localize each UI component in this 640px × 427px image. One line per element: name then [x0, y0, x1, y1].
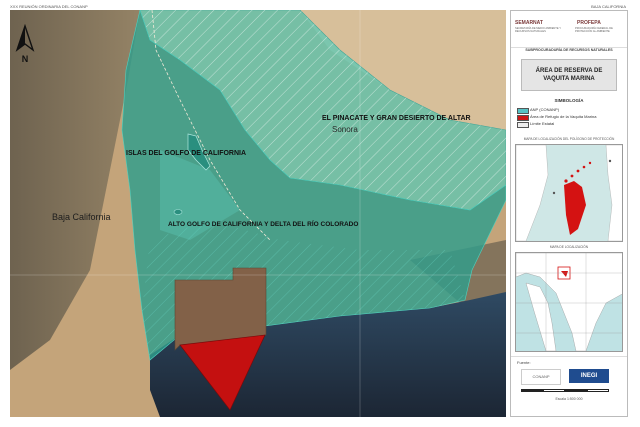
conanp-logo: CONANP [521, 369, 561, 385]
legend-heading: SIMBOLOGÍA [554, 98, 584, 103]
semarnat-logo: SEMARNAT [515, 20, 543, 26]
profepa-logo: PROFEPA [577, 20, 601, 26]
map-title-line1: ÁREA DE RESERVA DE [535, 68, 603, 74]
inset2-label: MAPA DE LOCALIZACIÓN [549, 245, 589, 249]
map-title-box: ÁREA DE RESERVA DE VAQUITA MARINA [521, 59, 617, 91]
semarnat-subtitle: SECRETARÍA DE MEDIO AMBIENTE Y RECURSOS … [515, 27, 561, 33]
agency-name: SUBPROCURADURÍA DE RECURSOS NATURALES [525, 48, 613, 52]
legend-label-anp: ANP (CONANP) [530, 107, 560, 112]
legend-footer: Fuente: CONANP INEGI Escala 1:500 000 [511, 356, 627, 416]
label-islas: ISLAS DEL GOLFO DE CALIFORNIA [126, 150, 247, 157]
inset1-label: MAPA DE LOCALIZACIÓN DEL POLÍGONO DE PRO… [523, 137, 615, 141]
label-alto-golfo: ALTO GOLFO DE CALIFORNIA Y DELTA DEL RÍO… [168, 221, 359, 228]
legend-label-refuge: Área de Refugio de la Vaquita Marina [530, 114, 597, 119]
profepa-subtitle: PROCURADURÍA FEDERAL DE PROTECCIÓN AL AM… [575, 27, 613, 33]
label-pinacate: EL PINACATE Y GRAN DESIERTO DE ALTAR [322, 115, 471, 122]
legend-swatch-refuge [517, 115, 529, 121]
inset-location-polygon[interactable] [515, 144, 623, 242]
map-title-line2: VAQUITA MARINA [543, 76, 595, 82]
label-sonora: Sonora [332, 125, 358, 134]
label-baja-california: Baja California [52, 212, 111, 222]
legend-swatch-anp [517, 108, 529, 114]
inset1-map [516, 145, 622, 241]
scale-label: Escala 1:500 000 [555, 397, 583, 401]
scale-bar [521, 389, 611, 392]
map-layout: XXX REUNIÓN ORDINARIA DEL CONANP BAJA CA… [0, 0, 640, 427]
legend-swatch-limit [517, 122, 529, 128]
island-small [173, 209, 183, 215]
inset2-map [516, 253, 622, 351]
logo-area: SEMARNAT SECRETARÍA DE MEDIO AMBIENTE Y … [511, 11, 627, 48]
header-right-text: BAJA CALIFORNIA [591, 4, 626, 9]
inegi-logo: INEGI [569, 369, 609, 383]
inset-regional[interactable] [515, 252, 623, 352]
north-label: N [22, 54, 29, 64]
header-left-text: XXX REUNIÓN ORDINARIA DEL CONANP [10, 4, 88, 9]
north-arrow-icon: N [15, 24, 35, 64]
legend-label-limit: Límite Estatal [530, 121, 555, 126]
legend-panel: SEMARNAT SECRETARÍA DE MEDIO AMBIENTE Y … [510, 10, 628, 417]
source-label: Fuente: [517, 360, 531, 365]
